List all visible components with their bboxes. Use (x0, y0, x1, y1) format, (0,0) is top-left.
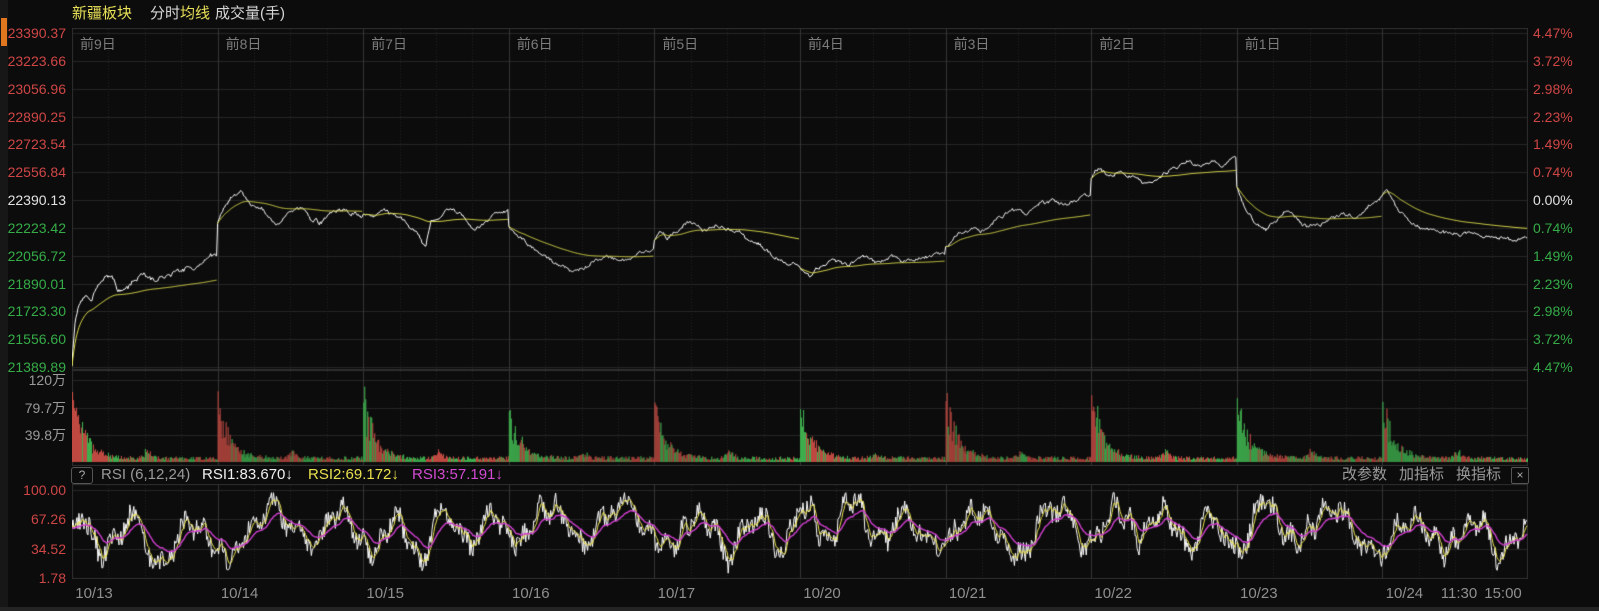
rsi-axis-label: 67.26 (6, 511, 66, 527)
date-label: 10/21 (949, 585, 987, 603)
rsi1-value: RSI1:83.670↓ (202, 466, 293, 484)
pct-axis-label: 1.49% (1533, 136, 1573, 152)
tab-fenshi[interactable]: 分时 (150, 0, 180, 28)
down-arrow-icon: ↓ (391, 466, 399, 483)
change-params-button[interactable]: 改参数 (1342, 466, 1387, 484)
day-label: 前2日 (1099, 36, 1135, 52)
date-label: 10/14 (221, 585, 259, 603)
stock-chart-app: 新疆板块 分时 均线 成交量(手) ? RSI (6,12,24) RSI1:8… (0, 0, 1599, 611)
volume-axis-label: 120万 (2, 372, 66, 388)
pct-axis-label: 3.72% (1533, 331, 1573, 347)
tab-junxian[interactable]: 均线 (180, 0, 210, 28)
day-label: 前7日 (371, 36, 407, 52)
rsi3-text: RSI3:57.191 (412, 466, 495, 483)
time-label: 11:30 (1441, 585, 1477, 603)
price-chart-canvas[interactable] (72, 28, 1528, 370)
date-label: 10/23 (1240, 585, 1278, 603)
price-axis-label: 22890.25 (2, 109, 66, 125)
switch-indicator-button[interactable]: 换指标 (1456, 466, 1501, 484)
price-axis-label: 21890.01 (2, 276, 66, 292)
rsi-panel (72, 484, 1528, 579)
rsi-chart-canvas[interactable] (72, 484, 1528, 579)
price-axis-label: 22056.72 (2, 248, 66, 264)
time-label: 15:00 (1484, 585, 1522, 603)
pct-axis-label: 0.74% (1533, 220, 1573, 236)
rsi-axis-label: 100.00 (6, 482, 66, 498)
pct-axis-label: 4.47% (1533, 25, 1573, 41)
day-label: 前3日 (954, 36, 990, 52)
pct-axis-label: 1.49% (1533, 248, 1573, 264)
help-button[interactable]: ? (71, 467, 93, 484)
price-axis-label: 23390.37 (2, 25, 66, 41)
pct-axis-label: 2.98% (1533, 303, 1573, 319)
date-label: 10/17 (658, 585, 696, 603)
rsi3-value: RSI3:57.191↓ (412, 466, 503, 484)
tab-volume[interactable]: 成交量(手) (215, 0, 285, 28)
pct-axis-label: 4.47% (1533, 359, 1573, 375)
bottom-strip (0, 607, 1599, 611)
sector-title: 新疆板块 (72, 0, 132, 28)
date-label: 10/22 (1094, 585, 1132, 603)
day-label: 前5日 (662, 36, 698, 52)
volume-axis-label: 79.7万 (2, 400, 66, 416)
price-axis-label: 23223.66 (2, 53, 66, 69)
pct-axis-label: 2.23% (1533, 276, 1573, 292)
rsi-axis-label: 1.78 (6, 570, 66, 586)
date-label: 10/15 (366, 585, 404, 603)
volume-panel (72, 370, 1528, 466)
volume-chart-canvas[interactable] (72, 370, 1528, 466)
day-label: 前1日 (1245, 36, 1281, 52)
day-label: 前6日 (517, 36, 553, 52)
date-label: 10/16 (512, 585, 550, 603)
date-label: 10/24 (1386, 585, 1424, 603)
price-axis-label: 22556.84 (2, 164, 66, 180)
price-axis-label: 22223.42 (2, 220, 66, 236)
rsi1-text: RSI1:83.670 (202, 466, 285, 483)
down-arrow-icon: ↓ (495, 466, 503, 483)
close-indicator-button[interactable]: × (1511, 467, 1529, 484)
price-axis-label: 21723.30 (2, 303, 66, 319)
pct-axis-label: 0.00% (1533, 192, 1573, 208)
pct-axis-label: 2.23% (1533, 109, 1573, 125)
pct-axis-label: 2.98% (1533, 81, 1573, 97)
day-label: 前8日 (226, 36, 262, 52)
pct-axis-label: 0.74% (1533, 164, 1573, 180)
rsi-axis-label: 34.52 (6, 541, 66, 557)
day-label: 前4日 (808, 36, 844, 52)
day-label: 前9日 (80, 36, 116, 52)
price-axis-label: 22390.13 (2, 192, 66, 208)
volume-axis-label: 39.8万 (2, 427, 66, 443)
chart-header: 新疆板块 分时 均线 成交量(手) (0, 0, 1599, 28)
date-label: 10/20 (803, 585, 841, 603)
price-panel (72, 28, 1528, 370)
indicator-name[interactable]: RSI (6,12,24) (101, 466, 190, 484)
rsi2-value: RSI2:69.172↓ (308, 466, 399, 484)
down-arrow-icon: ↓ (285, 466, 293, 483)
rsi2-text: RSI2:69.172 (308, 466, 391, 483)
price-axis-label: 21556.60 (2, 331, 66, 347)
add-indicator-button[interactable]: 加指标 (1399, 466, 1444, 484)
price-axis-label: 22723.54 (2, 136, 66, 152)
date-label: 10/13 (75, 585, 113, 603)
indicator-bar: ? RSI (6,12,24) RSI1:83.670↓ RSI2:69.172… (0, 466, 1599, 484)
pct-axis-label: 3.72% (1533, 53, 1573, 69)
price-axis-label: 23056.96 (2, 81, 66, 97)
